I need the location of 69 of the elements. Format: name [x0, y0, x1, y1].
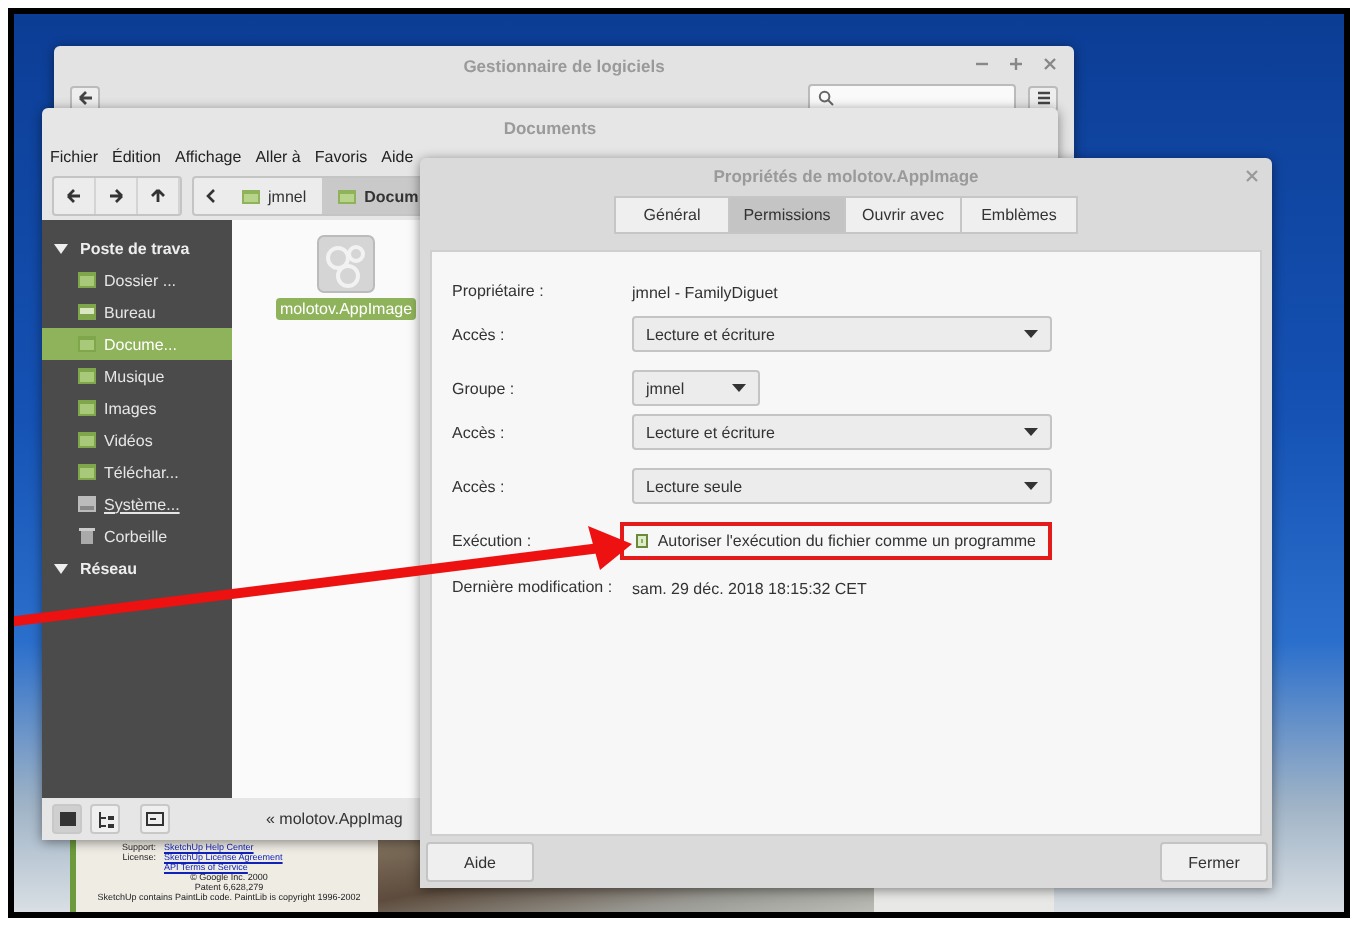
sidebar-item[interactable]: Bureau [42, 296, 232, 328]
tab[interactable]: Général [614, 196, 730, 234]
dialog-title: Propriétés de molotov.AppImage [713, 166, 979, 186]
field-value: sam. 29 déc. 2018 18:15:32 CET [632, 580, 867, 598]
dropdown[interactable]: Lecture et écriture [632, 414, 1052, 450]
menu-item[interactable]: Édition [112, 148, 161, 166]
field-label: Exécution : [452, 532, 534, 550]
field-label: Groupe : [452, 379, 517, 397]
up-arrow-icon [150, 188, 166, 204]
field-label: Accès : [452, 423, 507, 441]
dropdown[interactable]: Lecture et écriture [632, 316, 1052, 352]
trash-icon [78, 528, 96, 544]
forward-arrow-icon [108, 188, 124, 204]
search-icon [818, 90, 834, 106]
status-text: « molotov.AppImag [266, 810, 403, 828]
field-label: Dernière modification : [452, 577, 615, 595]
sidebar-item[interactable]: Musique [42, 360, 232, 392]
dropdown-arrow-icon [732, 384, 746, 392]
folder-icon [59, 812, 75, 826]
folder-icon [242, 189, 260, 203]
menu-item[interactable]: Fichier [50, 148, 99, 166]
dropdown[interactable]: Lecture seule [632, 468, 1052, 504]
sidebar-item[interactable]: Système... [42, 488, 232, 520]
field-value: jmnel - FamilyDiguet [632, 284, 778, 302]
expanded-triangle-icon [54, 241, 68, 255]
field-label: Accès : [452, 325, 507, 343]
path-button[interactable]: jmnel [226, 178, 323, 214]
menu-item[interactable]: Favoris [314, 148, 368, 166]
checkbox[interactable]: Autoriser l'exécution du fichier comme un programme [636, 532, 1036, 550]
section-header[interactable]: Poste de trava [42, 232, 232, 264]
expanded-triangle-icon [54, 561, 68, 575]
sidebar-item[interactable]: Vidéos [42, 424, 232, 456]
field-label: Accès : [452, 477, 507, 495]
chevron-left-icon [204, 188, 216, 204]
menu-button[interactable] [1028, 85, 1058, 111]
drive-icon [78, 496, 96, 512]
sidebar-item[interactable]: Images [42, 392, 232, 424]
dropdown-arrow-icon [1024, 482, 1038, 490]
back-button[interactable] [70, 85, 100, 111]
folder-icon [338, 189, 357, 203]
window-title: Gestionnaire de logiciels [463, 55, 665, 75]
tree-icon [97, 811, 113, 827]
back-arrow-icon [77, 90, 93, 106]
tab[interactable]: Ouvrir avec [846, 196, 962, 234]
menu-item[interactable]: Aller à [255, 148, 301, 166]
menu-item[interactable]: Aide [381, 148, 414, 166]
window-title: Documents [503, 117, 597, 137]
gears-file-icon [316, 234, 376, 294]
dropdown-arrow-icon [1024, 428, 1038, 436]
back-arrow-icon [66, 188, 82, 204]
maximize-icon[interactable] [1008, 54, 1024, 74]
tab[interactable]: Permissions [730, 196, 846, 234]
tree-view-button[interactable] [90, 804, 120, 834]
places-view-button[interactable] [52, 804, 82, 834]
sidebar-item[interactable]: Corbeille [42, 520, 232, 552]
menu-icon [1035, 90, 1051, 106]
close-button[interactable]: Fermer [1160, 842, 1268, 882]
section-header[interactable]: Réseau [42, 552, 232, 584]
dropdown[interactable]: jmnel [632, 370, 760, 406]
field-label: Propriétaire : [452, 281, 546, 299]
help-button[interactable]: Aide [426, 842, 534, 882]
sidebar-item[interactable]: Téléchar... [42, 456, 232, 488]
menu-item[interactable]: Affichage [174, 148, 242, 166]
toggle-sidebar-button[interactable] [140, 804, 170, 834]
dropdown-arrow-icon [1024, 330, 1038, 338]
sidebar-item[interactable]: Dossier ... [42, 264, 232, 296]
sidebar-icon [146, 812, 164, 826]
tab[interactable]: Emblèmes [962, 196, 1078, 234]
close-icon[interactable] [1042, 54, 1058, 74]
